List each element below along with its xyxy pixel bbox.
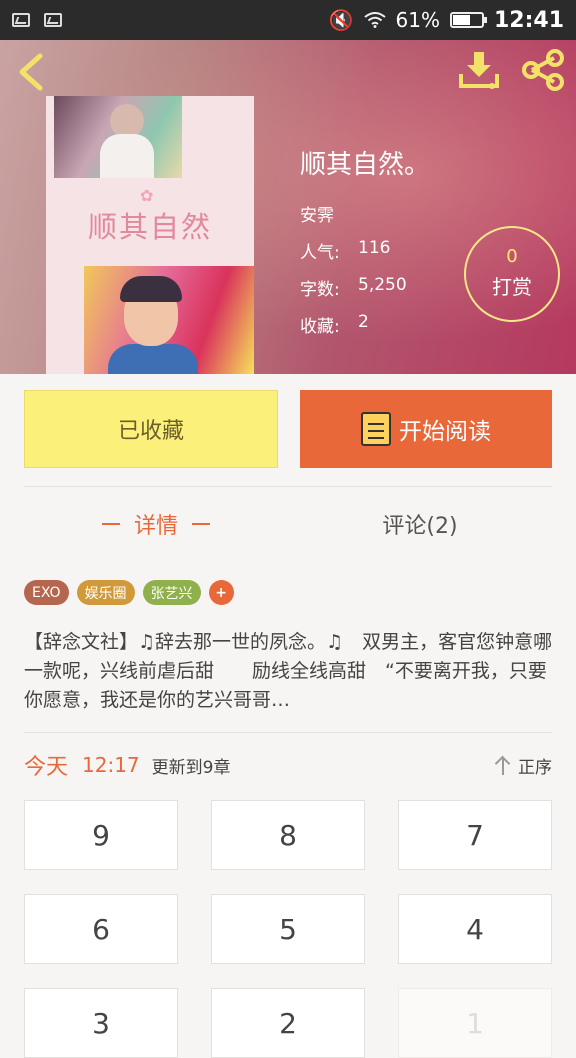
tab-detail-label: 详情 (133, 514, 178, 539)
back-arrow-icon (19, 53, 43, 91)
book-description[interactable]: 【辞念文社】♫辞去那一世的夙念。♫ 双男主，客官您钟意哪一款呢，兴线前虐后甜 励… (24, 628, 554, 715)
mute-icon: 🔇 (328, 8, 354, 32)
update-day: 今天 (24, 755, 69, 780)
cover-photo-top (54, 96, 182, 178)
stat-popularity: 人气: 116 (300, 238, 391, 263)
book-author: 安霁 (300, 206, 334, 226)
download-icon (459, 52, 499, 89)
share-button[interactable] (520, 48, 566, 92)
tag-list: EXO 娱乐圈 张艺兴 + (24, 580, 234, 605)
reward-button[interactable]: 0 打赏 (464, 226, 560, 322)
download-button[interactable] (456, 48, 502, 92)
chapter-button[interactable]: 5 (211, 894, 365, 964)
action-buttons: 已收藏 开始阅读 (24, 390, 552, 468)
cover-photo-bottom (84, 266, 254, 374)
book-title: 顺其自然。 (300, 150, 431, 180)
battery-icon (449, 12, 487, 28)
sort-order-button[interactable]: 正序 (494, 753, 552, 778)
image-notification-icon (44, 13, 62, 27)
chapter-button[interactable]: 1 (398, 988, 552, 1058)
start-reading-button[interactable]: 开始阅读 (300, 390, 552, 468)
book-cover: ✿ 顺其自然 (46, 96, 254, 374)
tag-exo[interactable]: EXO (24, 580, 69, 605)
tab-detail[interactable]: 详情 (24, 496, 288, 552)
cover-title: 顺其自然 (87, 210, 212, 244)
chapter-button[interactable]: 7 (398, 800, 552, 870)
update-info: 今天 12:17 更新到9章 正序 (24, 748, 552, 782)
book-icon (361, 412, 391, 446)
reward-count: 0 (506, 246, 518, 267)
sort-label: 正序 (518, 757, 552, 778)
stat-favorites: 收藏: 2 (300, 312, 369, 337)
chapter-button[interactable]: 4 (398, 894, 552, 964)
wifi-icon (363, 12, 386, 28)
gallery-notification-icon (12, 13, 30, 27)
chapter-grid: 9 8 7 6 5 4 3 2 1 (24, 800, 552, 1058)
battery-percent: 61% (395, 8, 440, 32)
reward-label: 打赏 (492, 275, 532, 299)
share-icon (522, 49, 564, 91)
flower-icon: ✿ (140, 186, 154, 205)
add-tag-button[interactable]: + (208, 580, 234, 605)
stat-word-count: 字数: 5,250 (300, 275, 407, 300)
tab-comments[interactable]: 评论(2) (288, 496, 552, 552)
divider (24, 486, 552, 487)
status-bar: 🔇 61% 12:41 (0, 0, 576, 40)
chapter-button[interactable]: 9 (24, 800, 178, 870)
battery-level (452, 15, 471, 25)
tab-bar: 详情 评论(2) (24, 496, 552, 552)
divider (24, 732, 552, 733)
favorited-button[interactable]: 已收藏 (24, 390, 278, 468)
chapter-button[interactable]: 2 (211, 988, 365, 1058)
chapter-button[interactable]: 6 (24, 894, 178, 964)
chapter-button[interactable]: 8 (211, 800, 365, 870)
start-reading-label: 开始阅读 (399, 419, 491, 445)
update-time: 12:17 (82, 753, 140, 777)
clock: 12:41 (493, 7, 564, 33)
book-info: 顺其自然。 安霁 人气: 116 字数: 5,250 收藏: 2 (300, 144, 430, 349)
chapter-button[interactable]: 3 (24, 988, 178, 1058)
tag-entertainment[interactable]: 娱乐圈 (76, 580, 135, 605)
update-text: 更新到9章 (151, 757, 231, 778)
sort-arrow-icon (494, 754, 512, 776)
back-button[interactable] (14, 52, 48, 92)
tag-zhang-yixing[interactable]: 张艺兴 (142, 580, 201, 605)
book-header: ✿ 顺其自然 顺其自然。 安霁 人气: 116 字数: 5,250 收藏: 2 0 打… (0, 40, 576, 374)
